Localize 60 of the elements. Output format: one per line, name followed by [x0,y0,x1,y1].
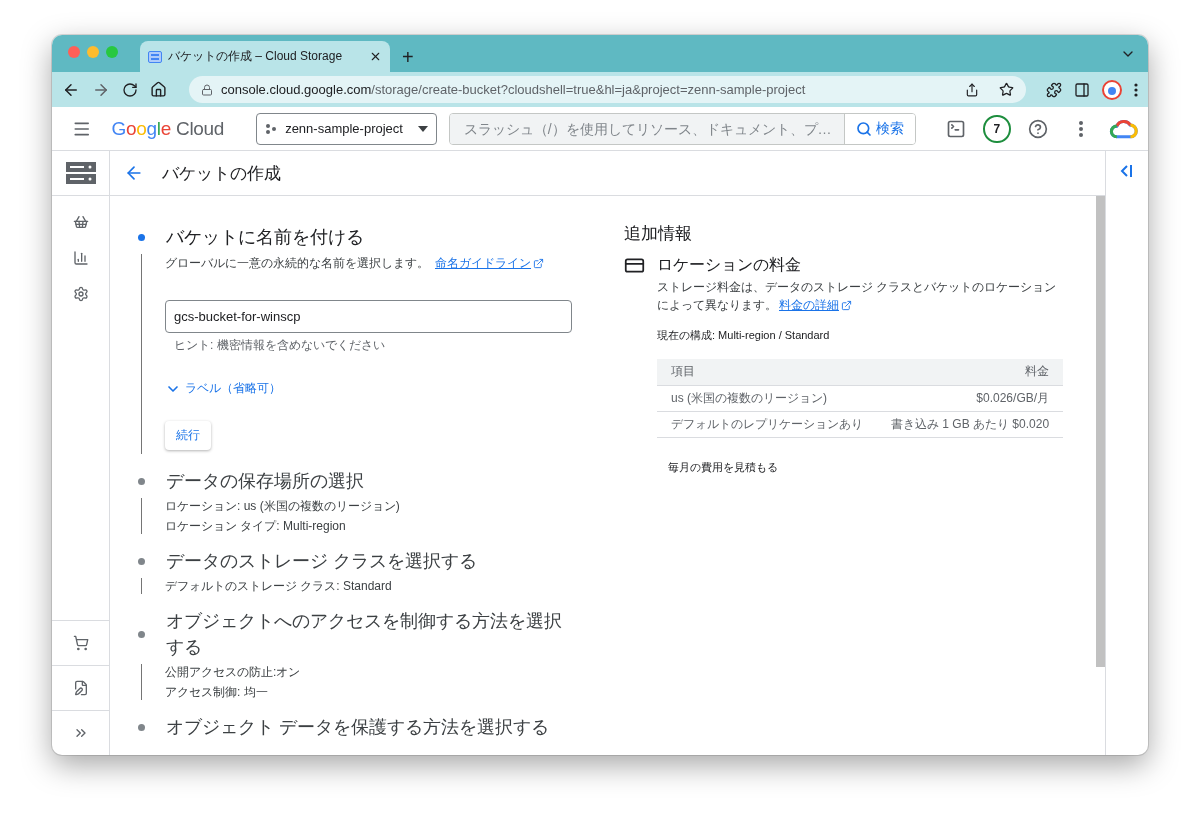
bucket-icon[interactable] [72,214,89,230]
google-cloud-logo[interactable]: Google Cloud [111,117,225,140]
step-detail: ロケーション タイプ: Multi-region [165,518,347,534]
step-detail: ロケーション: us (米国の複数のリージョン) [165,498,401,514]
document-icon [72,680,89,696]
chart-icon[interactable] [72,250,89,266]
extensions-icon[interactable] [1046,81,1062,98]
share-icon[interactable] [965,82,979,97]
project-icon [265,122,278,135]
table-header: 料金 [877,359,1064,385]
panel-title: 追加情報 [624,223,693,245]
new-tab-button[interactable]: + [402,47,414,67]
step-detail: デフォルトのストレージ クラス: Standard [165,578,393,594]
cart-icon [72,635,89,651]
step-title: データの保存場所の選択 [166,470,365,493]
address-bar[interactable]: console.cloud.google.com/storage/create-bucket?cloudshell=true&hl=ja&project=zenn-sample-project [189,76,1026,103]
table-cell: デフォルトのレプリケーションあり [657,411,877,437]
bucket-name-field[interactable]: gcs-bucket-for-winscp [165,300,572,333]
pricing-details-link[interactable]: 料金の詳細 [779,296,852,314]
notification-badge[interactable]: 7 [983,114,1011,143]
external-link-icon [533,257,544,269]
step-title: オブジェクトへのアクセスを制御する方法を選択する [166,610,563,659]
step-title: オブジェクト データを保護する方法を選択する [166,716,550,739]
project-selector[interactable]: zenn-sample-project [256,112,437,145]
close-tab-icon[interactable] [369,50,382,63]
more-icon [1079,120,1084,137]
step-detail: アクセス制御: 均一 [165,684,269,700]
page-title: バケットの作成 [162,162,281,185]
help-icon [1028,118,1049,139]
estimate-link[interactable]: 毎月の費用を見積もる [668,459,1060,475]
step-title: バケットに名前を付ける [166,226,365,249]
naming-guideline-link[interactable]: 命名ガイドライン [435,254,544,272]
step-detail: 公開アクセスの防止:オン [165,664,302,680]
terminal-icon [945,118,966,139]
step-description: グローバルに一意の永続的な名前を選択します。 命名ガイドライン [165,254,580,272]
settings-icon[interactable] [72,286,89,302]
labels-toggle[interactable]: ラベル（省略可） [165,380,281,397]
current-config: 現在の構成: Multi-region / Standard [657,328,831,343]
external-link-icon [841,299,852,311]
favicon-icon [148,50,162,63]
table-cell: us (米国の複数のリージョン) [657,385,877,411]
profile-icon[interactable] [1102,79,1122,100]
table-header: 項目 [657,359,877,385]
collapse-panel-icon[interactable] [1120,165,1134,177]
bookmark-star-icon[interactable] [999,82,1014,97]
step-title: データのストレージ クラスを選択する [166,550,478,573]
home-icon[interactable] [150,81,167,98]
continue-button[interactable]: 続行 [165,421,211,450]
table-cell: $0.026/GB/月 [877,385,1064,411]
side-panel-icon[interactable] [1074,81,1090,98]
table-cell: 書き込み 1 GB あたり $0.020 [877,411,1064,437]
menu-icon[interactable] [1134,82,1138,97]
dropdown-icon [417,125,428,132]
field-hint: ヒント: 機密情報を含めないでください [173,337,386,354]
browser-tab[interactable]: バケットの作成 – Cloud Storage [140,41,390,72]
pricing-description: ストレージ料金は、データのストレージ クラスとバケットのロケーションによって異なります。 料金の詳細 [657,279,1058,314]
reload-icon[interactable] [122,81,138,98]
storage-icon[interactable] [65,162,96,184]
lock-icon [201,83,213,96]
section-title: ロケーションの料金 [657,255,801,275]
